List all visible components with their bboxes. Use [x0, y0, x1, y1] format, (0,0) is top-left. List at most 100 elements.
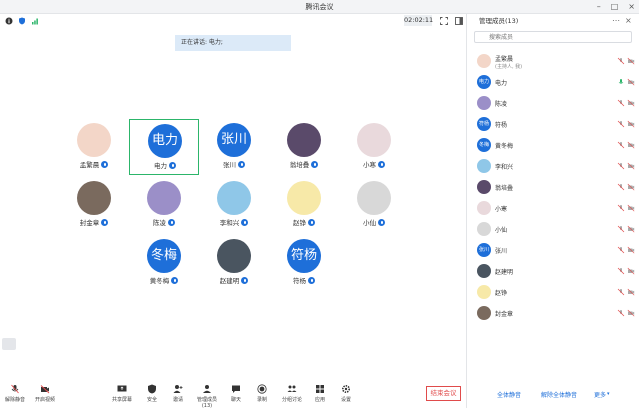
- mute-all-button[interactable]: 全体静音: [497, 390, 521, 399]
- mic-icon: [101, 161, 109, 168]
- security-button[interactable]: 安全: [140, 384, 164, 403]
- camera-off-icon[interactable]: [627, 183, 635, 191]
- manage-label: 管理成员(13): [196, 397, 217, 408]
- speaking-indicator: 正在讲话: 电力;: [175, 35, 291, 51]
- mic-muted-icon[interactable]: [617, 204, 625, 212]
- camera-off-icon[interactable]: [627, 57, 635, 65]
- participant-tile[interactable]: 张川 张川: [199, 119, 269, 175]
- mic-muted-icon[interactable]: [617, 120, 625, 128]
- mic-muted-icon[interactable]: [617, 246, 625, 254]
- participant-tile[interactable]: 赵建明: [199, 235, 269, 291]
- camera-off-icon[interactable]: [627, 225, 635, 233]
- camera-off-icon[interactable]: [627, 120, 635, 128]
- participant-tile[interactable]: 冬梅 黄冬梅: [129, 235, 199, 291]
- mic-muted-icon[interactable]: [617, 162, 625, 170]
- shield-icon[interactable]: [18, 17, 26, 25]
- mic-muted-icon[interactable]: [617, 267, 625, 275]
- participant-tile[interactable]: 李和兴: [199, 177, 269, 233]
- avatar: [287, 123, 321, 157]
- close-icon[interactable]: ×: [625, 14, 632, 28]
- chevron-down-icon[interactable]: ▾: [607, 391, 610, 397]
- list-item[interactable]: 冬梅 黄冬梅: [467, 135, 639, 155]
- mic-muted-icon: [11, 384, 19, 394]
- apps-button[interactable]: 应用: [308, 384, 332, 403]
- member-name: 小仙: [495, 227, 508, 234]
- participant-tile[interactable]: 小寒: [339, 119, 409, 175]
- participant-tile[interactable]: 小仙: [339, 177, 409, 233]
- participant-name: 张川: [223, 161, 236, 169]
- participant-tile[interactable]: 符杨 符杨: [269, 235, 339, 291]
- list-item[interactable]: 赵建明: [467, 261, 639, 281]
- camera-off-icon[interactable]: [627, 141, 635, 149]
- mic-icon: [238, 161, 245, 168]
- camera-off-icon[interactable]: [627, 78, 635, 86]
- info-icon[interactable]: [5, 17, 13, 25]
- mic-icon: [378, 161, 385, 168]
- list-item[interactable]: 张川 张川: [467, 240, 639, 260]
- video-button[interactable]: 开启视频: [33, 384, 57, 403]
- participant-tile[interactable]: 孟繁晨: [59, 119, 129, 175]
- record-icon: [257, 384, 267, 394]
- meeting-timer: 02:02:11: [404, 15, 434, 26]
- panel-footer: 全体静音 解除全体静音 更多 ▾: [467, 386, 639, 408]
- list-item[interactable]: 陈凌: [467, 93, 639, 113]
- camera-off-icon[interactable]: [627, 162, 635, 170]
- mic-muted-icon[interactable]: [617, 183, 625, 191]
- list-item[interactable]: 李和兴: [467, 156, 639, 176]
- participant-tile[interactable]: 陈凌: [129, 177, 199, 233]
- record-button[interactable]: 录制: [250, 384, 274, 403]
- mic-muted-icon[interactable]: [617, 141, 625, 149]
- camera-off-icon[interactable]: [627, 267, 635, 275]
- mic-muted-icon[interactable]: [617, 225, 625, 233]
- layout-icon[interactable]: [455, 17, 463, 25]
- end-meeting-button[interactable]: 结束会议: [426, 386, 461, 401]
- participant-name: 赵铮: [293, 219, 306, 227]
- mic-muted-icon[interactable]: [617, 288, 625, 296]
- unmute-all-button[interactable]: 解除全体静音: [541, 390, 577, 399]
- camera-off-icon[interactable]: [627, 99, 635, 107]
- list-item[interactable]: 孟繁晨 (主持人, 我): [467, 51, 639, 71]
- mic-icon[interactable]: [617, 78, 625, 86]
- more-icon[interactable]: ⋯: [612, 14, 620, 28]
- list-item[interactable]: 小寒: [467, 198, 639, 218]
- invite-button[interactable]: 邀请: [166, 384, 190, 403]
- member-name: 封金章: [495, 311, 514, 318]
- search-input[interactable]: [474, 31, 632, 43]
- manage-members-button[interactable]: 管理成员(13): [192, 384, 222, 408]
- list-item[interactable]: 小仙: [467, 219, 639, 239]
- share-screen-button[interactable]: 共享屏幕: [110, 384, 134, 403]
- mic-muted-icon[interactable]: [617, 57, 625, 65]
- participant-tile[interactable]: 赵铮: [269, 177, 339, 233]
- camera-off-icon[interactable]: [627, 288, 635, 296]
- mic-muted-icon[interactable]: [617, 309, 625, 317]
- close-icon[interactable]: ×: [628, 2, 635, 11]
- minimize-icon[interactable]: –: [597, 2, 601, 11]
- avatar: [287, 181, 321, 215]
- mic-muted-icon[interactable]: [617, 99, 625, 107]
- avatar: [477, 222, 491, 236]
- list-item[interactable]: 封金章: [467, 303, 639, 323]
- list-item[interactable]: 符杨 符杨: [467, 114, 639, 134]
- list-toggle-icon[interactable]: [2, 338, 16, 350]
- camera-off-icon[interactable]: [627, 309, 635, 317]
- chat-button[interactable]: 聊天: [224, 384, 248, 403]
- maximize-icon[interactable]: □: [611, 2, 619, 11]
- participant-tile[interactable]: 封金章: [59, 177, 129, 233]
- mute-button[interactable]: 解除静音: [3, 384, 27, 403]
- camera-off-icon[interactable]: [627, 246, 635, 254]
- camera-off-icon[interactable]: [627, 204, 635, 212]
- fullscreen-icon[interactable]: [440, 17, 448, 25]
- list-item[interactable]: 赵铮: [467, 282, 639, 302]
- breakout-button[interactable]: 分组讨论: [280, 384, 304, 403]
- participant-name: 赵建明: [219, 277, 240, 285]
- participant-tile[interactable]: 翁培叠: [269, 119, 339, 175]
- list-item[interactable]: 电力 电力: [467, 72, 639, 92]
- participant-name: 封金章: [79, 219, 100, 227]
- member-name: 符杨: [495, 122, 508, 129]
- participant-tile-active[interactable]: 电力 电力: [129, 119, 199, 175]
- list-item[interactable]: 翁培叠: [467, 177, 639, 197]
- members-icon: [203, 385, 211, 393]
- settings-button[interactable]: 设置: [334, 384, 358, 403]
- mic-icon: [241, 219, 249, 226]
- more-button[interactable]: 更多: [594, 390, 606, 399]
